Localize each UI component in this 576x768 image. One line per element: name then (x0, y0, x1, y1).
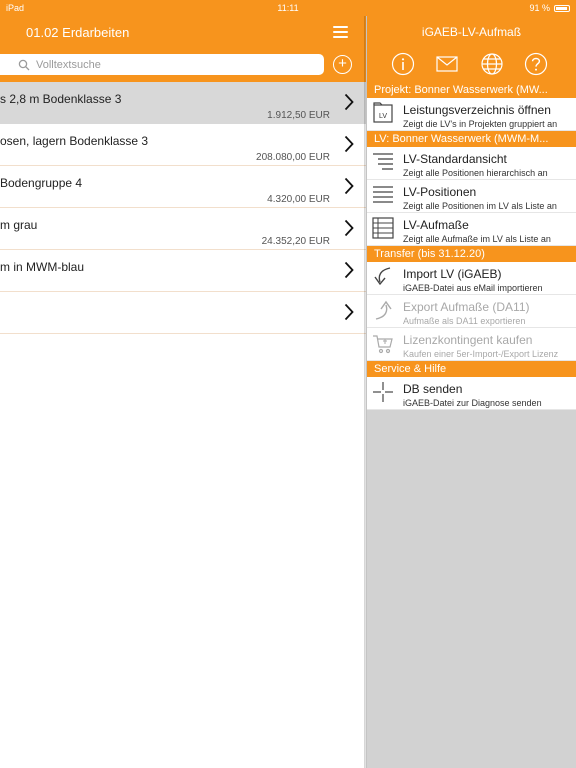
menu-item-title: Export Aufmaße (DA11) (403, 300, 530, 314)
menu-item-subtitle: iGAEB-Datei aus eMail importieren (403, 283, 543, 293)
search-icon (18, 59, 30, 70)
help-icon[interactable] (524, 52, 548, 76)
menu-icon[interactable] (333, 26, 348, 38)
menu-item[interactable]: LV-Standardansicht Zeigt alle Positionen … (367, 147, 576, 180)
table-row[interactable]: osen, lagern Bodenklasse 3 208.080,00 EUR (0, 124, 366, 166)
left-navbar: 01.02 Erdarbeiten (0, 16, 366, 48)
chevron-right-icon (344, 303, 354, 321)
menu-item[interactable]: LV-Aufmaße Zeigt alle Aufmaße im LV als L… (367, 213, 576, 246)
menu-item[interactable]: LV Leistungsverzeichnis öffnen Zeigt die L… (367, 98, 576, 131)
search-placeholder: Volltextsuche (36, 58, 101, 71)
menu-item[interactable]: DB senden iGAEB-Datei zur Diagnose senden (367, 377, 576, 410)
chevron-right-icon (344, 261, 354, 279)
menu-item-title: LV-Positionen (403, 185, 477, 199)
row-title: m grau (0, 218, 38, 232)
chevron-right-icon (344, 93, 354, 111)
app-title: iGAEB-LV-Aufmaß (421, 25, 522, 39)
cart-icon (373, 335, 393, 354)
add-icon[interactable]: + (333, 55, 352, 74)
section-header: Projekt: Bonner Wasserwerk (MW... (367, 82, 576, 98)
position-list: s 2,8 m Bodenklasse 3 1.912,50 EUR osen, l… (0, 82, 366, 334)
row-title: Bodengruppe 4 (0, 176, 83, 190)
table-row[interactable]: m in MWM-blau (0, 250, 366, 292)
menu-item-title: Lizenzkontingent kaufen (403, 333, 533, 347)
export-arrow-icon (375, 300, 392, 320)
side-menu: iGAEB-LV-Aufmaß Projekt: Bonner Wasserwe… (367, 0, 576, 768)
status-bar: iPad 11:11 91 % (0, 0, 576, 16)
database-send-icon (373, 382, 393, 402)
search-bar: Volltextsuche + (0, 48, 366, 82)
menu-item-subtitle: Zeigt alle Positionen hierarchisch an (403, 168, 548, 178)
mail-icon[interactable] (435, 52, 459, 76)
menu-item[interactable]: LV-Positionen Zeigt alle Positionen im LV… (367, 180, 576, 213)
status-icons: 91 % (529, 3, 570, 13)
menu-item-title: LV-Aufmaße (403, 218, 469, 232)
menu-item-title: DB senden (403, 382, 463, 396)
chevron-right-icon (344, 219, 354, 237)
page-title: 01.02 Erdarbeiten (26, 25, 130, 40)
menu-item-subtitle: Zeigt alle Aufmaße im LV als Liste an (403, 234, 551, 244)
section-header: LV: Bonner Wasserwerk (MWM-M... (367, 131, 576, 147)
info-icon[interactable] (391, 52, 415, 76)
row-amount: 24.352,20 EUR (261, 236, 330, 247)
menu-item-subtitle: Aufmaße als DA11 exportieren (403, 316, 526, 326)
lv-folder-icon: LV (373, 102, 393, 123)
row-amount: 4.320,00 EUR (267, 194, 330, 205)
row-amount: 208.080,00 EUR (256, 152, 330, 163)
table-row[interactable]: m grau 24.352,20 EUR (0, 208, 366, 250)
battery-icon (554, 4, 570, 12)
menu-item-title: Leistungsverzeichnis öffnen (403, 103, 551, 117)
row-title: m in MWM-blau (0, 260, 85, 274)
row-title: s 2,8 m Bodenklasse 3 (0, 92, 122, 106)
search-input[interactable]: Volltextsuche (0, 54, 324, 75)
menu-item-subtitle: Zeigt die LV's in Projekten gruppiert an (403, 119, 558, 129)
section-header: Service & Hilfe (367, 361, 576, 377)
menu-item[interactable]: Lizenzkontingent kaufen Kaufen einer 5er-… (367, 328, 576, 361)
menu-list: Projekt: Bonner Wasserwerk (MW... LV Leist… (367, 82, 576, 410)
flat-list-icon (373, 186, 393, 203)
menu-item-title: Import LV (iGAEB) (403, 267, 502, 281)
table-row[interactable]: Bodengruppe 4 4.320,00 EUR (0, 166, 366, 208)
battery-percent: 91 % (529, 3, 550, 13)
row-amount: 1.912,50 EUR (267, 110, 330, 121)
master-pane: 01.02 Erdarbeiten Volltextsuche + s 2,8 … (0, 0, 366, 768)
header-icon-row (367, 52, 576, 76)
svg-text:LV: LV (379, 113, 387, 120)
menu-item[interactable]: Export Aufmaße (DA11) Aufmaße als DA11 ex… (367, 295, 576, 328)
section-header: Transfer (bis 31.12.20) (367, 246, 576, 262)
side-menu-header: iGAEB-LV-Aufmaß (367, 16, 576, 82)
globe-icon[interactable] (480, 52, 504, 76)
import-arrow-icon (374, 267, 391, 286)
menu-item-subtitle: Zeigt alle Positionen im LV als Liste an (403, 201, 557, 211)
table-row[interactable]: s 2,8 m Bodenklasse 3 1.912,50 EUR (0, 82, 366, 124)
clock: 11:11 (277, 3, 299, 13)
chevron-right-icon (344, 135, 354, 153)
hierarchy-list-icon (373, 153, 393, 170)
table-icon (372, 217, 394, 239)
menu-item-subtitle: iGAEB-Datei zur Diagnose senden (403, 398, 542, 408)
menu-item[interactable]: Import LV (iGAEB) iGAEB-Datei aus eMail i… (367, 262, 576, 295)
table-row[interactable] (0, 292, 366, 334)
menu-item-subtitle: Kaufen einer 5er-Import-/Export Lizenz (403, 349, 559, 359)
menu-item-title: LV-Standardansicht (403, 152, 507, 166)
chevron-right-icon (344, 177, 354, 195)
row-title: osen, lagern Bodenklasse 3 (0, 134, 149, 148)
